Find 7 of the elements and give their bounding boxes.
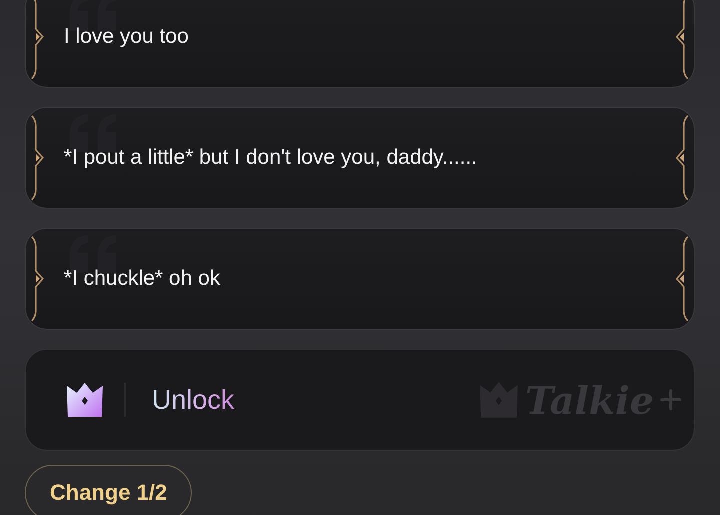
reply-text: *I pout a little* but I don't love you, daddy...... [64, 146, 478, 170]
reply-card[interactable]: *I chuckle* oh ok [25, 228, 695, 330]
change-button[interactable]: Change 1/2 [25, 465, 192, 515]
reply-card[interactable]: *I pout a little* but I don't love you, daddy...... [25, 107, 695, 209]
reply-text: I love you too [64, 25, 189, 49]
reply-text: *I chuckle* oh ok [64, 267, 220, 291]
reply-card[interactable]: I love you too [25, 0, 695, 88]
